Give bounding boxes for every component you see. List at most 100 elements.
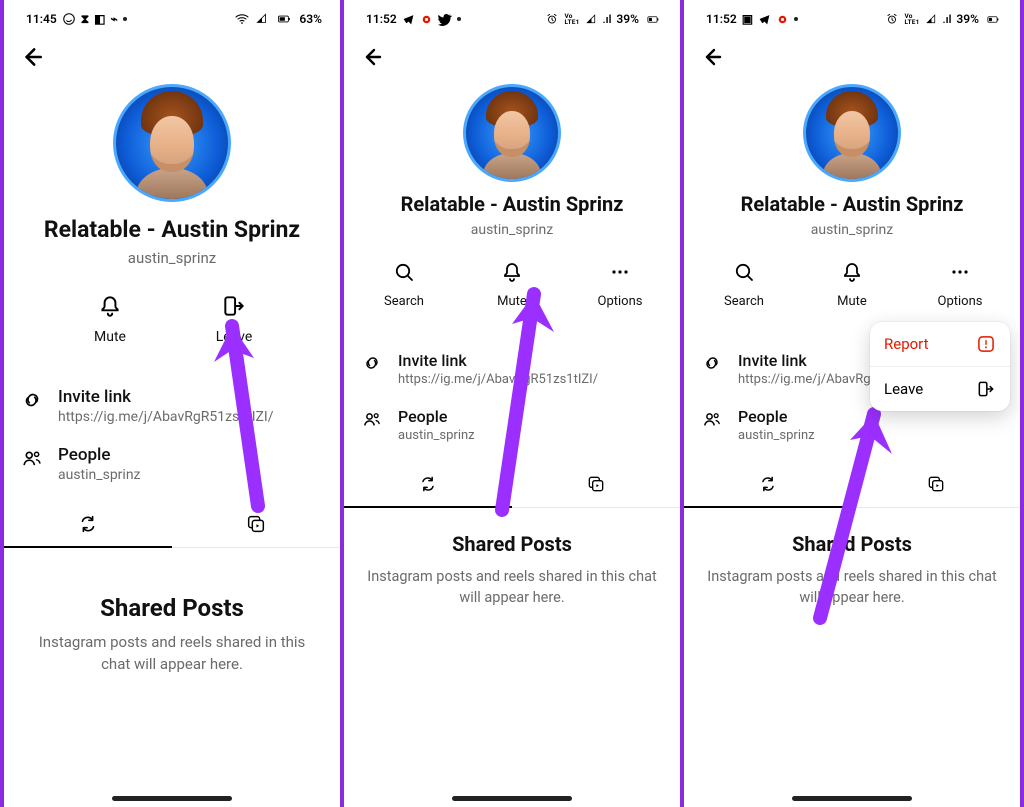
people-label: People (398, 407, 475, 426)
options-action[interactable]: Options (930, 260, 990, 309)
avatar[interactable] (803, 84, 901, 182)
arrow-left-icon (360, 45, 384, 69)
search-action[interactable]: Search (374, 260, 434, 309)
status-bar: 11:52 VoLTE1 .ıl 39% (344, 0, 680, 34)
chat-title: Relatable - Austin Sprinz (741, 192, 964, 216)
shared-posts-heading: Shared Posts (26, 594, 318, 622)
tab-media[interactable] (852, 461, 1020, 507)
tab-media[interactable] (172, 501, 340, 547)
search-label: Search (724, 294, 764, 309)
tab-shared-posts[interactable] (344, 461, 512, 507)
bell-icon (840, 260, 864, 284)
leave-icon (976, 379, 996, 399)
options-action[interactable]: Options (590, 260, 650, 309)
tab-shared-posts[interactable] (4, 501, 172, 547)
options-label: Options (938, 294, 983, 309)
media-icon (586, 474, 606, 494)
more-icon (948, 260, 972, 284)
chat-title: Relatable - Austin Sprinz (44, 216, 300, 243)
search-action[interactable]: Search (714, 260, 774, 309)
tab-shared-posts[interactable] (684, 461, 852, 507)
menu-leave-label: Leave (884, 380, 923, 398)
search-label: Search (384, 294, 424, 309)
menu-leave[interactable]: Leave (870, 367, 1010, 411)
people-value: austin_sprinz (58, 467, 141, 483)
people-row[interactable]: People austin_sprinz (344, 397, 680, 453)
lte-icon: VoLTE1 (564, 13, 579, 25)
invite-link-label: Invite link (398, 351, 598, 370)
mute-action[interactable]: Mute (822, 260, 882, 309)
shared-posts-body: Instagram posts and reels shared in this… (26, 632, 318, 676)
invite-link-url: https://ig.me/j/AbavRgR51zs1tIZI/ (398, 372, 598, 387)
battery-icon (274, 12, 294, 26)
battery-icon (644, 13, 662, 26)
search-icon (732, 260, 756, 284)
status-time: 11:52 (366, 12, 397, 26)
info-rows: Invite link https://ig.me/j/AbavRgR51zs1… (344, 341, 680, 453)
signal-icon (925, 13, 938, 26)
telegram-icon (758, 13, 771, 26)
chat-username: austin_sprinz (128, 249, 216, 267)
lte-icon: VoLTE1 (904, 13, 919, 25)
tab-media[interactable] (512, 461, 680, 507)
media-icon (245, 513, 267, 535)
back-button[interactable] (12, 37, 52, 77)
back-button[interactable] (692, 37, 732, 77)
mute-label: Mute (837, 294, 867, 309)
gesture-bar (452, 796, 572, 801)
people-label: People (58, 445, 141, 465)
whatsapp-icon (62, 12, 76, 26)
back-button[interactable] (352, 37, 392, 77)
battery-text: 39% (956, 12, 979, 26)
mute-action[interactable]: Mute (80, 293, 140, 345)
mute-label: Mute (497, 294, 527, 309)
invite-link-label: Invite link (58, 387, 273, 407)
gallery-icon: ▣ (742, 13, 753, 25)
arrow-left-icon (19, 44, 45, 70)
avatar[interactable] (463, 84, 561, 182)
leave-action[interactable]: Leave (204, 293, 264, 345)
refresh-icon (758, 474, 778, 494)
people-value: austin_sprinz (738, 428, 815, 443)
report-icon (976, 334, 996, 354)
status-bar: 11:45 ⧗ ◧ ⌁ 63% (4, 0, 340, 34)
twitter-icon (438, 12, 452, 26)
leave-label: Leave (216, 329, 253, 345)
status-more-icon (123, 17, 127, 21)
chat-username: austin_sprinz (811, 222, 894, 238)
shared-posts-heading: Shared Posts (366, 532, 658, 556)
battery-icon (984, 13, 1002, 26)
invite-link-url: https://ig.me/j/AbavRgR51zs1tIZI/ (58, 409, 273, 425)
media-icon (926, 474, 946, 494)
status-icon: ⌁ (110, 13, 117, 25)
invite-link-row[interactable]: Invite link https://ig.me/j/AbavRgR51zs1… (4, 377, 340, 435)
gesture-bar (112, 796, 232, 801)
link-icon (702, 353, 722, 373)
status-more-icon (457, 17, 461, 21)
signal-icon (255, 12, 269, 26)
battery-text: 63% (299, 12, 322, 26)
invite-link-row[interactable]: Invite link https://ig.me/j/AbavRgR51zs1… (344, 341, 680, 397)
people-icon (21, 447, 43, 469)
menu-report[interactable]: Report (870, 322, 1010, 366)
status-icon: ◧ (94, 13, 105, 25)
invite-link-url: https://ig.me/j/AbavRgR5 (738, 372, 886, 387)
status-time: 11:52 (706, 12, 737, 26)
battery-text: 39% (616, 12, 639, 26)
avatar[interactable] (113, 84, 231, 202)
mute-action[interactable]: Mute (482, 260, 542, 309)
status-more-icon (794, 17, 798, 21)
signal-icon (585, 13, 598, 26)
shared-posts-body: Instagram posts and reels shared in this… (706, 566, 998, 608)
menu-report-label: Report (884, 335, 929, 353)
more-icon (608, 260, 632, 284)
link-icon (21, 389, 43, 411)
record-icon (776, 13, 789, 26)
refresh-icon (77, 513, 99, 535)
leave-icon (221, 293, 247, 319)
search-icon (392, 260, 416, 284)
people-row[interactable]: People austin_sprinz (4, 435, 340, 493)
alarm-icon (885, 12, 899, 26)
chat-username: austin_sprinz (471, 222, 554, 238)
invite-link-label: Invite link (738, 351, 886, 370)
